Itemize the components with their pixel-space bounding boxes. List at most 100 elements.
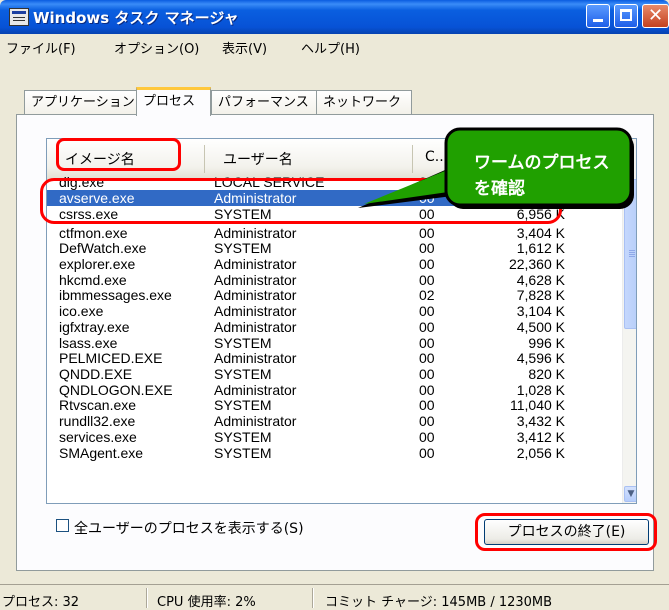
- process-memory: 1,028 K: [516, 382, 565, 398]
- column-image-name[interactable]: イメージ名: [65, 149, 135, 169]
- process-cpu: 00: [419, 272, 435, 288]
- process-memory: 996 K: [528, 335, 565, 351]
- process-cpu: 00: [419, 366, 435, 382]
- callout-line-2: を確認: [474, 179, 525, 199]
- process-name: rundll32.exe: [59, 413, 136, 429]
- table-row[interactable]: QNDLOGON.EXE Administrator 00 1,028 K: [47, 382, 622, 398]
- process-cpu: 00: [419, 225, 435, 241]
- table-row[interactable]: Rtvscan.exe SYSTEM 00 11,040 K: [47, 397, 622, 413]
- process-cpu: 00: [419, 397, 435, 413]
- menu-view[interactable]: 表示(V): [222, 38, 267, 57]
- process-cpu: 00: [419, 350, 435, 366]
- show-all-users-checkbox[interactable]: [56, 519, 69, 532]
- title-bar[interactable]: Windows タスク マネージャ ✕: [0, 0, 669, 34]
- process-memory: 3,432 K: [516, 413, 565, 429]
- table-row[interactable]: rundll32.exe Administrator 00 3,432 K: [47, 413, 622, 429]
- table-row[interactable]: csrss.exe SYSTEM 00 6,956 K: [47, 206, 622, 222]
- status-process-count: プロセス: 32: [2, 595, 80, 610]
- process-memory: 22,360 K: [508, 256, 565, 272]
- process-memory: 6,956 K: [516, 206, 565, 222]
- status-divider: [146, 588, 147, 608]
- column-user-name[interactable]: ユーザー名: [223, 149, 293, 169]
- task-manager-window: Windows タスク マネージャ ✕ ファイル(F) オプション(O) 表示(…: [0, 0, 669, 610]
- process-user: Administrator: [214, 256, 297, 272]
- show-all-users-label[interactable]: 全ユーザーのプロセスを表示する(S): [74, 518, 304, 538]
- process-memory: 7,828 K: [516, 287, 565, 303]
- scrollbar-thumb[interactable]: [624, 179, 636, 329]
- thumb-grip-icon: [629, 250, 635, 251]
- close-button[interactable]: ✕: [642, 4, 669, 28]
- process-user: Administrator: [214, 287, 297, 303]
- process-cpu: 00: [419, 335, 435, 351]
- table-row[interactable]: explorer.exe Administrator 00 22,360 K: [47, 256, 622, 272]
- menu-options[interactable]: オプション(O): [114, 38, 199, 57]
- process-memory: 3,412 K: [516, 429, 565, 445]
- callout-pointer: [358, 160, 468, 208]
- process-name: ico.exe: [59, 303, 104, 319]
- column-divider[interactable]: [204, 145, 205, 173]
- process-user: Administrator: [214, 319, 297, 335]
- table-row[interactable]: ctfmon.exe Administrator 00 3,404 K: [47, 225, 622, 241]
- scroll-down-button[interactable]: ▼: [624, 486, 636, 502]
- process-name: QNDLOGON.EXE: [59, 382, 173, 398]
- process-memory: 3,404 K: [516, 225, 565, 241]
- process-user: Administrator: [214, 272, 297, 288]
- process-user: Administrator: [214, 350, 297, 366]
- close-icon: ✕: [647, 5, 664, 26]
- process-memory: 4,628 K: [516, 272, 565, 288]
- table-row[interactable]: PELMICED.EXE Administrator 00 4,596 K: [47, 350, 622, 366]
- process-user: Administrator: [214, 382, 297, 398]
- table-row[interactable]: DefWatch.exe SYSTEM 00 1,612 K: [47, 240, 622, 256]
- menu-help[interactable]: ヘルプ(H): [301, 38, 360, 57]
- end-process-button[interactable]: プロセスの終了(E): [484, 519, 649, 545]
- process-memory: 2,056 K: [516, 445, 565, 461]
- process-user: Administrator: [214, 190, 297, 206]
- window-title: Windows タスク マネージャ: [33, 9, 239, 27]
- process-cpu: 00: [419, 382, 435, 398]
- table-row[interactable]: hkcmd.exe Administrator 00 4,628 K: [47, 272, 622, 288]
- process-cpu: 00: [419, 303, 435, 319]
- process-name: services.exe: [59, 429, 137, 445]
- chevron-down-icon: ▼: [627, 489, 635, 499]
- status-bar: プロセス: 32 CPU 使用率: 2% コミット チャージ: 145MB / …: [0, 584, 669, 610]
- process-name: hkcmd.exe: [59, 272, 127, 288]
- tab-processes[interactable]: プロセス: [136, 87, 211, 116]
- maximize-button[interactable]: [614, 4, 638, 28]
- process-user: SYSTEM: [214, 429, 272, 445]
- tab-applications[interactable]: アプリケーション: [24, 90, 137, 114]
- process-name: dlg.exe: [59, 174, 105, 190]
- process-cpu: 02: [419, 287, 435, 303]
- process-user: SYSTEM: [214, 206, 272, 222]
- process-name: ibmmessages.exe: [59, 287, 172, 303]
- process-user: SYSTEM: [214, 240, 272, 256]
- tab-networking[interactable]: ネットワーク: [316, 90, 412, 114]
- process-name: csrss.exe: [59, 206, 119, 222]
- minimize-button[interactable]: [586, 4, 610, 28]
- minimize-icon: [593, 19, 603, 22]
- table-row[interactable]: ico.exe Administrator 00 3,104 K: [47, 303, 622, 319]
- table-row[interactable]: ibmmessages.exe Administrator 02 7,828 K: [47, 287, 622, 303]
- maximize-icon: [620, 9, 632, 21]
- process-cpu: 00: [419, 429, 435, 445]
- vertical-scrollbar[interactable]: ▼: [622, 139, 636, 503]
- process-name: DefWatch.exe: [59, 240, 147, 256]
- task-manager-icon: [9, 8, 29, 26]
- process-user: SYSTEM: [214, 366, 272, 382]
- status-divider: [312, 588, 313, 608]
- table-row[interactable]: lsass.exe SYSTEM 00 996 K: [47, 335, 622, 351]
- process-memory: 11,040 K: [509, 397, 565, 413]
- tab-performance[interactable]: パフォーマンス: [211, 90, 317, 114]
- process-name: ctfmon.exe: [59, 225, 128, 241]
- process-memory: 820 K: [528, 366, 565, 382]
- process-cpu: 00: [419, 240, 435, 256]
- table-row[interactable]: SMAgent.exe SYSTEM 00 2,056 K: [47, 445, 622, 461]
- menu-file[interactable]: ファイル(F): [6, 38, 76, 57]
- process-user: SYSTEM: [214, 335, 272, 351]
- status-cpu-usage: CPU 使用率: 2%: [157, 595, 256, 610]
- process-user: SYSTEM: [214, 397, 272, 413]
- table-row[interactable]: igfxtray.exe Administrator 00 4,500 K: [47, 319, 622, 335]
- table-row[interactable]: QNDD.EXE SYSTEM 00 820 K: [47, 366, 622, 382]
- process-memory: 1,612 K: [516, 240, 565, 256]
- table-row[interactable]: services.exe SYSTEM 00 3,412 K: [47, 429, 622, 445]
- process-user: Administrator: [214, 303, 297, 319]
